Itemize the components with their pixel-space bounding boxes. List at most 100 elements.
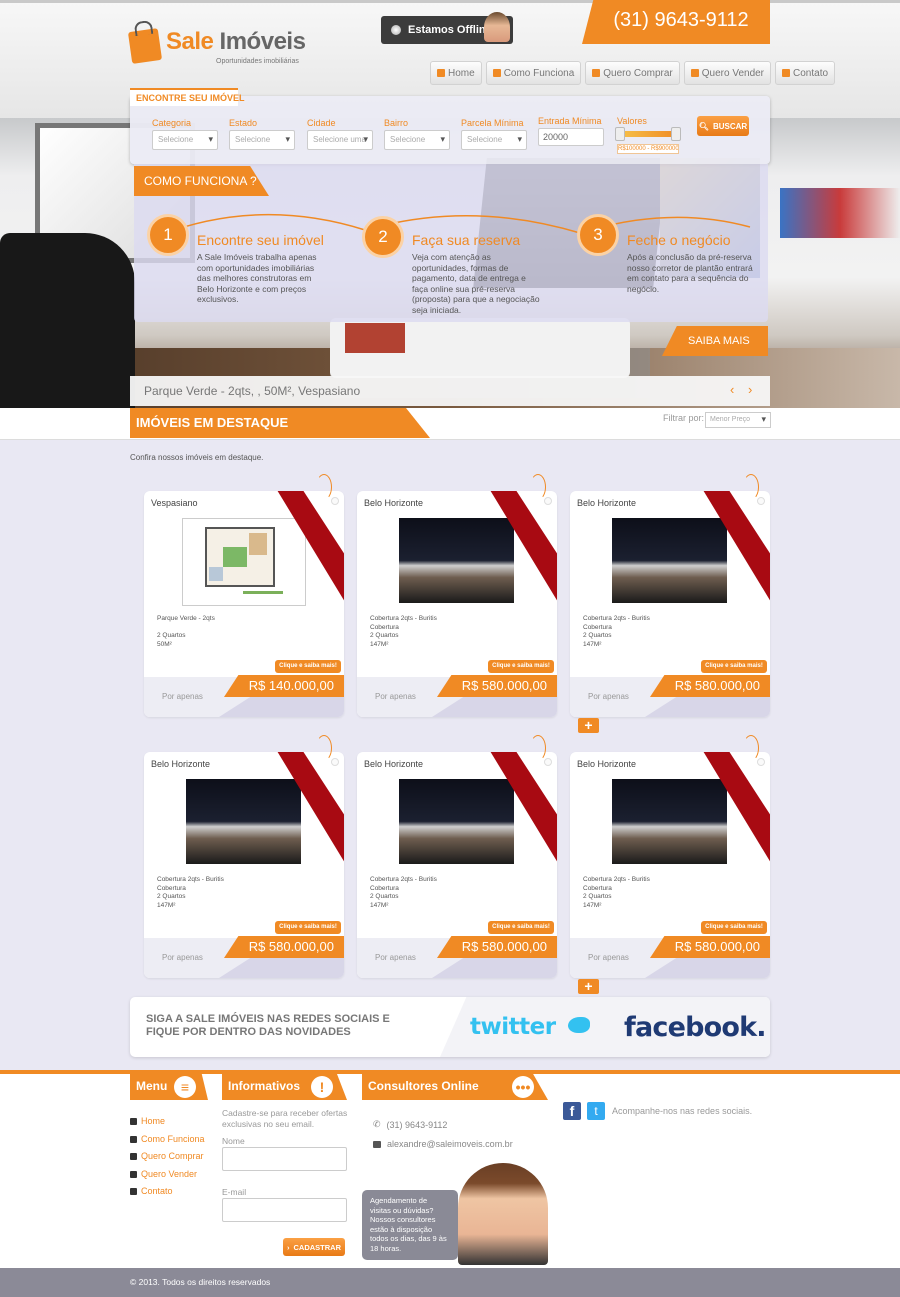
chevron-right-icon[interactable]: › [748,383,760,399]
bairro-select[interactable]: Selecione [384,130,450,150]
card-city: Belo Horizonte [151,759,211,769]
nav-contato[interactable]: Contato [775,61,836,85]
property-card[interactable]: Belo Horizonte RESERVADO Cobertura 2qts … [357,491,557,717]
footer-menu-home[interactable]: Home [130,1113,205,1131]
facebook-logo[interactable]: facebook. [624,1012,767,1043]
card-cta-button[interactable]: Clique e saiba mais! [701,660,767,673]
search-icon: 🔍︎ [698,121,709,131]
card-cta-button[interactable]: Clique e saiba mais! [275,921,341,934]
footer-menu-quero-comprar[interactable]: Quero Comprar [130,1148,205,1166]
cadastrar-button[interactable]: › CADASTRAR [283,1238,345,1256]
social-banner: SIGA A SALE IMÓVEIS NAS REDES SOCIAIS E … [130,997,770,1057]
cidade-field: Cidade Selecione uma [307,118,373,150]
footer-menu-contato[interactable]: Contato [130,1183,205,1201]
card-name: Parque Verde - 2qts [157,615,215,622]
estado-select[interactable]: Selecione [229,130,295,150]
field-label: Bairro [384,118,409,128]
card-price: R$ 140.000,00 [224,675,344,697]
hanger-icon [530,735,546,761]
card-city: Belo Horizonte [364,759,424,769]
floor-plan-image [182,518,306,606]
card-area: 147M² [583,901,602,909]
card-type: Cobertura [583,884,612,892]
categoria-select[interactable]: Selecione [152,130,218,150]
property-photo [612,779,727,864]
parcela-field: Parcela Mínima Selecione [461,118,527,150]
cidade-select[interactable]: Selecione uma [307,130,373,150]
nome-label: Nome [222,1136,245,1146]
valores-slider[interactable] [615,127,681,141]
chat-status-label: Estamos Offline [408,24,492,36]
logo[interactable]: Sale Imóveis Oportunidades imobiliárias [127,22,306,72]
footer-menu-quero-vender[interactable]: Quero Vender [130,1166,205,1184]
chevron-right-icon: › [287,1242,290,1252]
shopping-bag-icon [127,28,163,64]
slider-handle-min[interactable] [615,127,625,141]
card-rooms: 2 Quartos [583,893,612,900]
card-cta-button[interactable]: Clique e saiba mais! [488,921,554,934]
nav-quero-vender[interactable]: Quero Vender [683,61,772,85]
saiba-mais-button[interactable]: SAIBA MAIS [662,326,768,356]
newsletter-text: Cadastre-se para receber ofertas exclusi… [222,1108,348,1129]
hanger-icon [743,474,759,500]
slider-handle-max[interactable] [671,127,681,141]
load-more-button[interactable]: + [578,979,599,994]
parcela-select[interactable]: Selecione [461,130,527,150]
footer-email[interactable]: alexandre@saleimoveis.com.br [373,1139,513,1149]
filter-select[interactable]: Menor Preço [705,412,771,428]
slider-caption[interactable]: Parque Verde - 2qts, , 50M², Vespasiano [144,384,360,398]
nav-home[interactable]: Home [430,61,482,85]
footer-menu-como-funciona[interactable]: Como Funciona [130,1131,205,1149]
property-card[interactable]: Belo Horizonte RESERVADO Cobertura 2qts … [570,752,770,978]
card-por-apenas: Por apenas [588,953,629,962]
card-area: 147M² [370,640,389,648]
nome-input[interactable] [222,1147,347,1171]
email-input[interactable] [222,1198,347,1222]
card-cta-button[interactable]: Clique e saiba mais! [488,660,554,673]
thumbs-up-icon [130,1170,137,1178]
card-description: Cobertura 2qts - Buritis Cobertura 2 Quart… [583,876,683,910]
follow-text: Acompanhe-nos nas redes sociais. [612,1106,753,1116]
online-chat-status[interactable]: Estamos Offline [381,12,513,44]
nav-quero-comprar[interactable]: Quero Comprar [585,61,680,85]
step-title: Faça sua reserva [412,232,521,248]
main-nav: Home Como Funciona Quero Comprar Quero V… [430,61,836,85]
nav-como-funciona[interactable]: Como Funciona [485,61,582,85]
card-por-apenas: Por apenas [588,692,629,701]
card-rooms: 2 Quartos [370,893,399,900]
agent-avatar [484,12,510,42]
card-city: Belo Horizonte [577,498,637,508]
step-title: Feche o negócio [627,232,731,248]
footer-tab-label: Informativos [228,1079,301,1093]
property-card[interactable]: Belo Horizonte RESERVADO Cobertura 2qts … [144,752,344,978]
load-more-button[interactable]: + [578,718,599,733]
card-price: R$ 580.000,00 [437,936,557,958]
step-text: Veja com atenção as oportunidades, forma… [412,252,540,315]
destaque-intro: Confira nossos imóveis em destaque. [130,453,264,462]
card-cta-button[interactable]: Clique e saiba mais! [275,660,341,673]
twitter-icon[interactable]: t [587,1102,605,1120]
card-city: Vespasiano [151,498,198,508]
search-button[interactable]: 🔍︎ BUSCAR [697,116,749,136]
twitter-logo[interactable]: twitter [470,1014,556,1040]
property-card[interactable]: Belo Horizonte RESERVADO Cobertura 2qts … [570,491,770,717]
card-por-apenas: Por apenas [162,692,203,701]
card-price: R$ 580.000,00 [650,936,770,958]
property-card[interactable]: Belo Horizonte RESERVADO Cobertura 2qts … [357,752,557,978]
footer-tab-label: Menu [136,1079,168,1093]
hanger-icon [743,735,759,761]
property-card[interactable]: Vespasiano RESERVADO Parque Verde - 2qts… [144,491,344,717]
card-cta-button[interactable]: Clique e saiba mais! [701,921,767,934]
nav-label: Como Funciona [503,67,575,79]
entrada-input[interactable]: 20000 [538,128,604,146]
valores-range: R$100000 - R$900000 [617,144,679,154]
email-label: E-mail [222,1187,247,1197]
facebook-icon[interactable]: f [563,1102,581,1120]
step-number: 1 [147,214,189,256]
card-por-apenas: Por apenas [162,953,203,962]
chevron-left-icon[interactable]: ‹ [730,383,742,399]
field-label: Estado [229,118,258,128]
footer-menu-title: Menu ≡ [130,1074,208,1100]
bairro-field: Bairro Selecione [384,118,450,150]
card-rooms: 2 Quartos [370,632,399,639]
